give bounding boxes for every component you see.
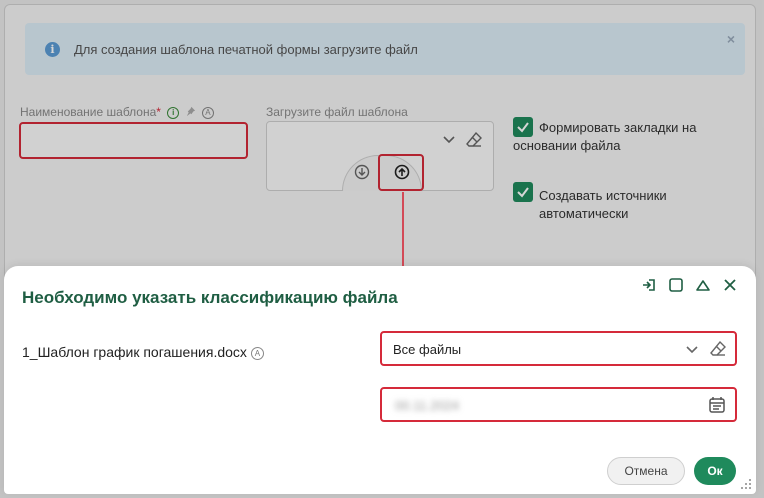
classification-select[interactable]: Все файлы <box>380 331 737 366</box>
classification-select-value: Все файлы <box>393 342 462 357</box>
ok-button[interactable]: Ок <box>694 457 736 485</box>
collapse-icon[interactable] <box>694 276 712 294</box>
restore-icon[interactable] <box>640 276 658 294</box>
modal-title: Необходимо указать классификацию файла <box>22 288 398 307</box>
auto-icon[interactable]: A <box>250 346 264 360</box>
square-icon[interactable] <box>667 276 685 294</box>
cancel-button[interactable]: Отмена <box>607 457 685 485</box>
classification-modal: Необходимо указать классификацию файла 1… <box>4 266 756 494</box>
file-name: 1_Шаблон график погашения.docx <box>22 344 247 360</box>
resize-grip-icon[interactable] <box>740 478 752 490</box>
calendar-icon[interactable] <box>708 396 726 414</box>
close-icon[interactable] <box>721 276 739 294</box>
date-input-value: 00.11.2024 <box>395 398 460 413</box>
eraser-icon[interactable] <box>709 340 727 358</box>
date-input[interactable]: 00.11.2024 <box>380 387 737 422</box>
modal-controls <box>640 276 739 296</box>
chevron-down-icon[interactable] <box>685 342 699 356</box>
file-name-row: 1_Шаблон график погашения.docx A <box>22 344 264 360</box>
